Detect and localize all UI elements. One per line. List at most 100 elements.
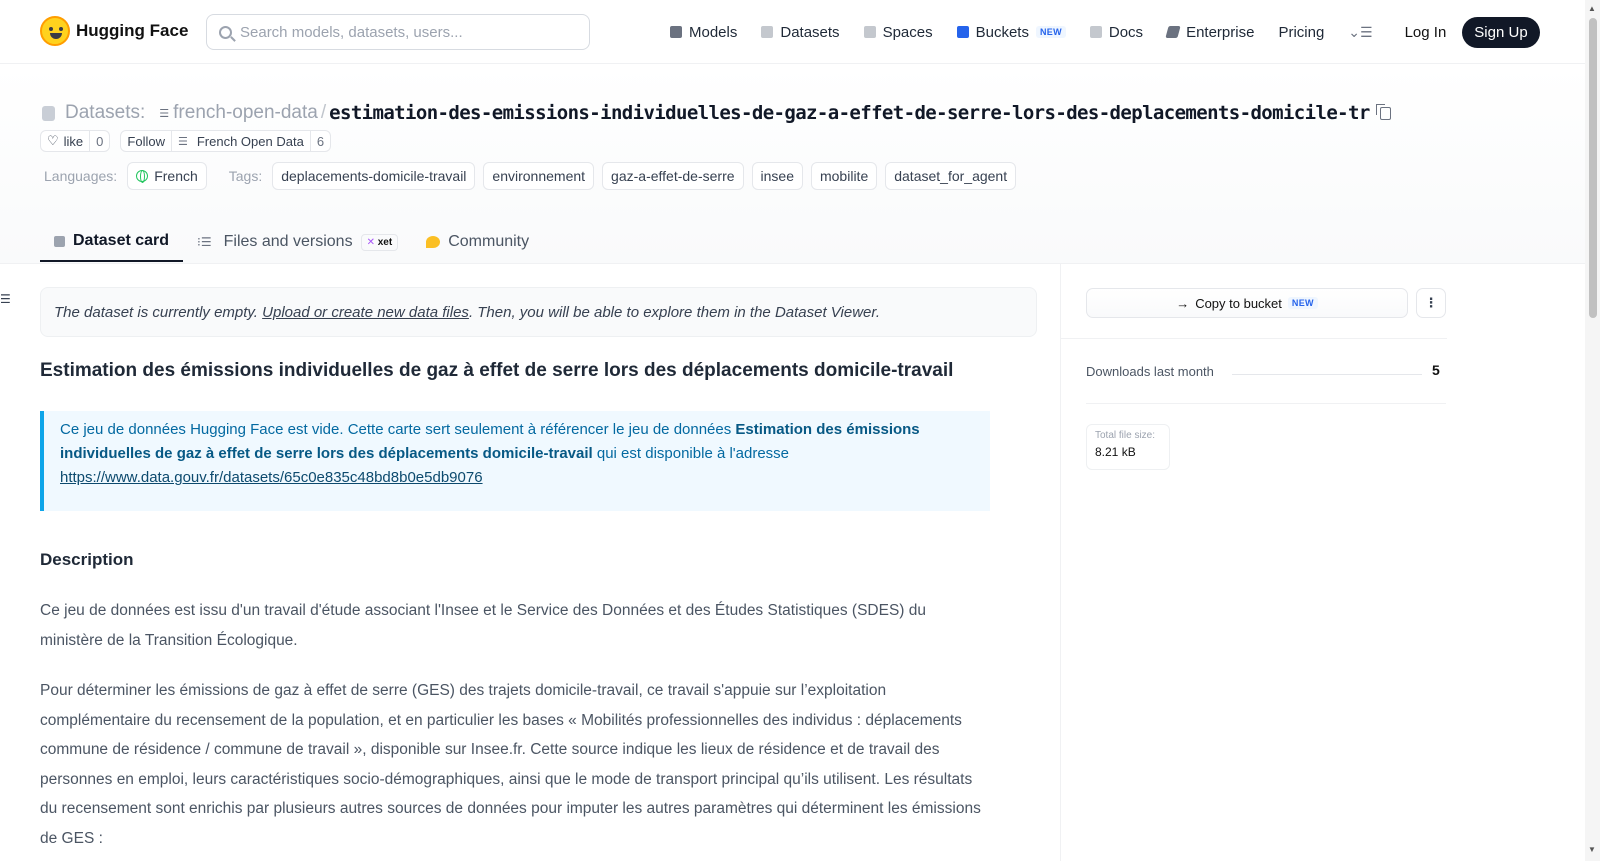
scroll-down-icon[interactable]: ▼ bbox=[1588, 845, 1596, 854]
language-tag-label: French bbox=[154, 168, 198, 184]
callout-text: Ce jeu de données Hugging Face est vide.… bbox=[60, 421, 736, 438]
signup-button[interactable]: Sign Up bbox=[1462, 16, 1540, 48]
like-count: 0 bbox=[89, 131, 109, 151]
tab-dataset-card-label: Dataset card bbox=[73, 232, 170, 249]
breadcrumb-separator: / bbox=[320, 102, 327, 123]
downloads-value: 5 bbox=[1432, 362, 1440, 378]
nav-datasets[interactable]: Datasets bbox=[761, 23, 840, 41]
file-size-label: Total file size: bbox=[1095, 430, 1156, 441]
tab-files-label: Files and versions bbox=[223, 233, 353, 250]
tag-dataset-for-agent[interactable]: dataset_for_agent bbox=[885, 162, 1017, 190]
arrow-right-icon: → bbox=[1176, 295, 1190, 311]
header-divider bbox=[0, 263, 1585, 264]
database-icon bbox=[42, 105, 55, 121]
downloads-label: Downloads last month bbox=[1086, 364, 1214, 379]
repo-name[interactable]: estimation-des-emissions-individuelles-d… bbox=[329, 102, 1370, 124]
dataset-title: Estimation des émissions individuelles d… bbox=[40, 360, 954, 381]
tag-mobilite[interactable]: mobilite bbox=[810, 162, 878, 190]
nav-spaces[interactable]: Spaces bbox=[863, 23, 933, 41]
nav-models[interactable]: Models bbox=[670, 24, 737, 41]
notice-text-end: . Then, you will be able to explore them… bbox=[468, 303, 880, 321]
enterprise-icon bbox=[1165, 26, 1181, 38]
sidebar-separator bbox=[1061, 338, 1447, 339]
follow-button[interactable]: Follow ☰ French Open Data 6 bbox=[120, 130, 332, 152]
login-link[interactable]: Log In bbox=[1405, 24, 1447, 41]
section-label[interactable]: Datasets: bbox=[65, 102, 145, 124]
nav-buckets[interactable]: Buckets NEW bbox=[956, 23, 1066, 41]
nav-enterprise-label: Enterprise bbox=[1186, 23, 1255, 41]
description-paragraph-2: Pour déterminer les émissions de gaz à e… bbox=[40, 682, 981, 847]
tag-gaz[interactable]: gaz-a-effet-de-serre bbox=[602, 162, 744, 190]
nav-datasets-label: Datasets bbox=[780, 23, 840, 41]
empty-dataset-notice: The dataset is currently empty. Upload o… bbox=[40, 287, 1037, 337]
language-tag[interactable]: French bbox=[127, 162, 207, 190]
tag-environnement[interactable]: environnement bbox=[483, 162, 595, 190]
nav-spaces-label: Spaces bbox=[882, 23, 933, 41]
copy-to-bucket-button[interactable]: → Copy to bucket NEW bbox=[1086, 288, 1408, 318]
nav-pricing[interactable]: Pricing bbox=[1278, 24, 1324, 41]
like-button[interactable]: ♡ like 0 bbox=[40, 130, 111, 152]
top-navbar: Hugging Face Models Datasets Spaces Buck… bbox=[0, 0, 1585, 64]
upload-link[interactable]: Upload or create new data files bbox=[262, 304, 469, 321]
files-icon: ⁝☰ bbox=[197, 235, 212, 249]
follow-label: Follow bbox=[127, 133, 165, 149]
languages-label: Languages: bbox=[44, 168, 118, 184]
new-badge: NEW bbox=[1035, 26, 1066, 38]
new-badge: NEW bbox=[1287, 297, 1318, 309]
description-heading: Description bbox=[40, 550, 134, 569]
org-link[interactable]: french-open-data bbox=[173, 102, 318, 124]
nav-pricing-label: Pricing bbox=[1278, 23, 1325, 41]
globe-icon bbox=[136, 170, 149, 183]
callout-text-end: qui est disponible à l'adresse bbox=[592, 445, 790, 462]
database-icon bbox=[761, 26, 774, 38]
nav-enterprise[interactable]: Enterprise bbox=[1165, 23, 1255, 41]
info-callout: Ce jeu de données Hugging Face est vide.… bbox=[40, 411, 990, 511]
xet-label: xet bbox=[377, 236, 393, 248]
sidebar-divider bbox=[1060, 263, 1061, 861]
tab-community-label: Community bbox=[448, 233, 530, 250]
downloads-sparkline bbox=[1232, 374, 1422, 375]
cube-icon bbox=[670, 26, 682, 38]
org-icon: ☰ bbox=[159, 107, 170, 120]
nav-links: Models Datasets Spaces Buckets NEW Docs … bbox=[670, 0, 1540, 64]
follow-org: French Open Data bbox=[196, 133, 304, 149]
description-paragraph-1: Ce jeu de données est issu d'un travail … bbox=[40, 602, 927, 649]
toc-toggle-icon[interactable]: ☰ bbox=[0, 292, 11, 306]
book-icon bbox=[1089, 26, 1102, 38]
bucket-icon bbox=[956, 26, 969, 38]
search-box[interactable] bbox=[206, 14, 590, 50]
repo-tabs: Dataset card ⁝☰ Files and versions ✕ xet… bbox=[40, 222, 543, 263]
nav-buckets-label: Buckets bbox=[975, 23, 1029, 41]
org-icon: ☰ bbox=[177, 135, 188, 148]
brand-name: Hugging Face bbox=[76, 21, 189, 40]
tag-deplacements[interactable]: deplacements-domicile-travail bbox=[272, 162, 476, 190]
nav-docs[interactable]: Docs bbox=[1089, 23, 1144, 41]
tag-row: Languages: French Tags: deplacements-dom… bbox=[44, 162, 1017, 190]
tab-community[interactable]: Community bbox=[412, 222, 543, 262]
file-size-box: Total file size: 8.21 kB bbox=[1086, 424, 1170, 470]
more-menu-icon[interactable]: ⌄☰ bbox=[1348, 24, 1372, 41]
copy-to-bucket-label: Copy to bucket bbox=[1195, 295, 1282, 311]
search-input[interactable] bbox=[240, 23, 560, 41]
more-options-icon[interactable]: ⋮ bbox=[1416, 288, 1446, 318]
sidebar-separator bbox=[1086, 403, 1446, 404]
breadcrumb: Datasets: ☰ french-open-data / estimatio… bbox=[42, 102, 1391, 124]
cube-icon bbox=[54, 235, 65, 247]
search-icon bbox=[219, 25, 232, 39]
brand-logo[interactable]: Hugging Face bbox=[40, 16, 188, 46]
scrollbar-thumb[interactable] bbox=[1589, 18, 1597, 318]
data-gouv-link[interactable]: https://www.data.gouv.fr/datasets/65c0e8… bbox=[60, 469, 483, 486]
nav-docs-label: Docs bbox=[1108, 23, 1144, 41]
hugging-face-logo-icon bbox=[40, 16, 70, 46]
community-icon bbox=[426, 236, 441, 248]
tag-insee[interactable]: insee bbox=[751, 162, 803, 190]
grid-icon bbox=[863, 26, 876, 38]
scroll-up-icon[interactable]: ▲ bbox=[1588, 4, 1596, 13]
repo-actions: ♡ like 0 Follow ☰ French Open Data 6 bbox=[40, 130, 332, 152]
heart-icon: ♡ bbox=[47, 133, 59, 148]
tab-files[interactable]: ⁝☰ Files and versions ✕ xet bbox=[183, 222, 412, 262]
tags-label: Tags: bbox=[228, 168, 263, 184]
tab-dataset-card[interactable]: Dataset card bbox=[40, 222, 184, 262]
copy-icon[interactable] bbox=[1375, 103, 1391, 120]
nav-models-label: Models bbox=[689, 23, 738, 41]
